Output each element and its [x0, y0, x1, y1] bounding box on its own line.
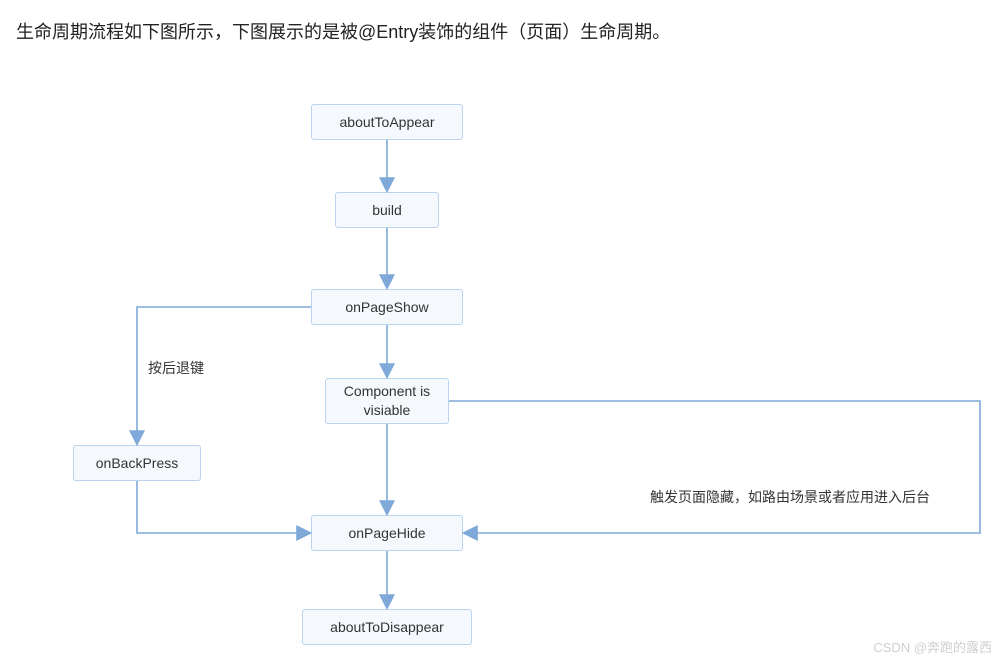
- description-text: 生命周期流程如下图所示，下图展示的是被@Entry装饰的组件（页面）生命周期。: [16, 18, 670, 44]
- node-onPageHide: onPageHide: [311, 515, 463, 551]
- node-build: build: [335, 192, 439, 228]
- node-onPageShow: onPageShow: [311, 289, 463, 325]
- watermark: CSDN @奔跑的露西: [873, 637, 992, 656]
- node-aboutToDisappear: aboutToDisappear: [302, 609, 472, 645]
- label-trigger-hide: 触发页面隐藏，如路由场景或者应用进入后台: [650, 487, 930, 507]
- node-onBackPress: onBackPress: [73, 445, 201, 481]
- node-componentVisible: Component is visiable: [325, 378, 449, 424]
- node-aboutToAppear: aboutToAppear: [311, 104, 463, 140]
- diagram-edges: [0, 0, 1006, 664]
- label-back-key: 按后退键: [148, 358, 204, 378]
